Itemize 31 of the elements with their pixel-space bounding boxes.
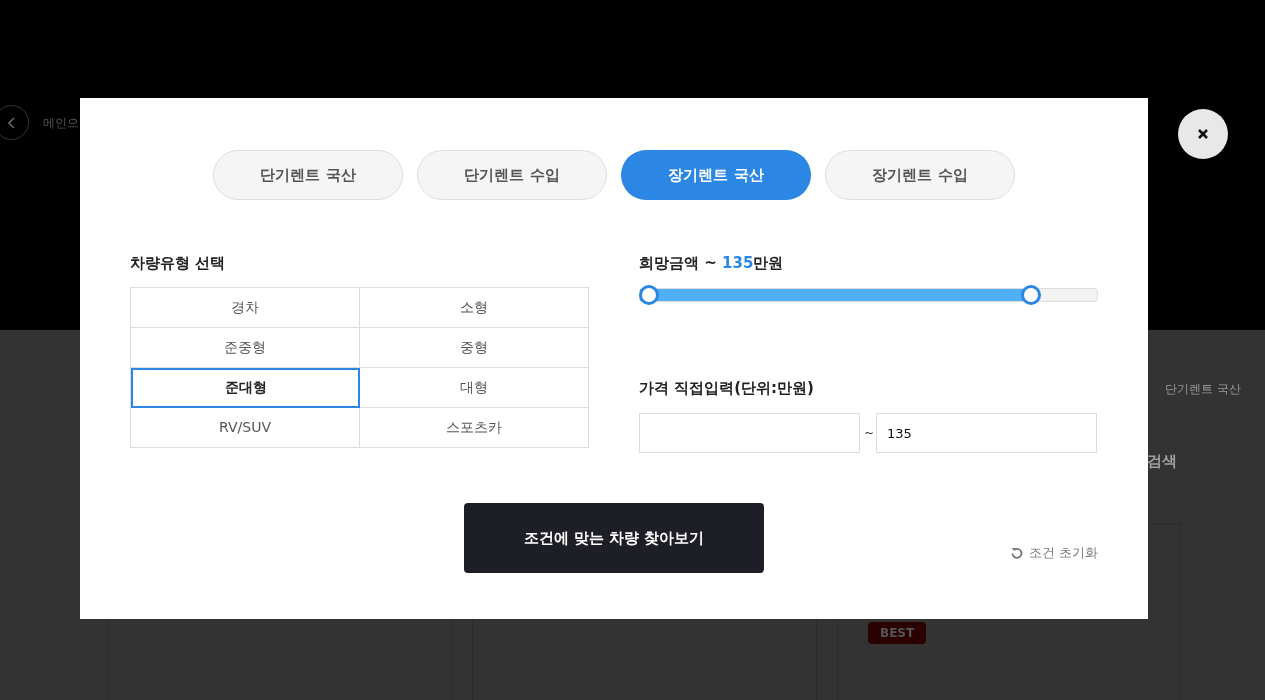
- slider-thumb[interactable]: [639, 284, 659, 305]
- close-icon: [1198, 129, 1208, 139]
- best-badge: BEST: [868, 621, 927, 644]
- max-price-field[interactable]: 135: [876, 413, 1097, 453]
- price-label: 희망금액 ~: [639, 253, 718, 274]
- price-slider[interactable]: [639, 284, 1098, 305]
- vehicle-type-option[interactable]: 스포츠카: [360, 407, 589, 448]
- reset-icon: [1010, 546, 1023, 559]
- vehicle-type-option[interactable]: 준대형: [131, 367, 360, 408]
- section-heading: 가격 직접입력(단위:만원): [639, 377, 815, 399]
- slider-thumb[interactable]: [1020, 284, 1041, 305]
- category-tab[interactable]: 단기렌트 국산: [213, 150, 403, 200]
- price-amount: 135: [722, 253, 754, 274]
- min-price-field[interactable]: [639, 413, 860, 453]
- price-unit: 만원: [753, 253, 784, 274]
- vehicle-type-option[interactable]: 경차: [131, 287, 360, 328]
- search-button[interactable]: 조건에 맞는 차량 찾아보기: [464, 503, 764, 573]
- vehicle-type-option[interactable]: 소형: [360, 287, 589, 328]
- section-heading: 차량유형 선택: [130, 253, 227, 274]
- vehicle-type-option[interactable]: 대형: [360, 367, 589, 408]
- breadcrumb: 단기렌트 국산: [1165, 381, 1241, 398]
- reset-link[interactable]: 조건 초기화: [1010, 543, 1098, 563]
- category-tab[interactable]: 장기렌트 수입: [825, 150, 1015, 200]
- vehicle-type-option[interactable]: 중형: [360, 327, 589, 368]
- category-tab[interactable]: 단기렌트 수입: [417, 150, 607, 200]
- category-tab[interactable]: 장기렌트 국산: [621, 150, 811, 200]
- vehicle-type-option[interactable]: RV/SUV: [131, 407, 360, 448]
- range-separator: ~: [864, 425, 872, 442]
- section-title: 검색: [1147, 451, 1177, 472]
- chevron-left-icon: [7, 116, 16, 129]
- vehicle-type-option[interactable]: 준중형: [131, 327, 360, 368]
